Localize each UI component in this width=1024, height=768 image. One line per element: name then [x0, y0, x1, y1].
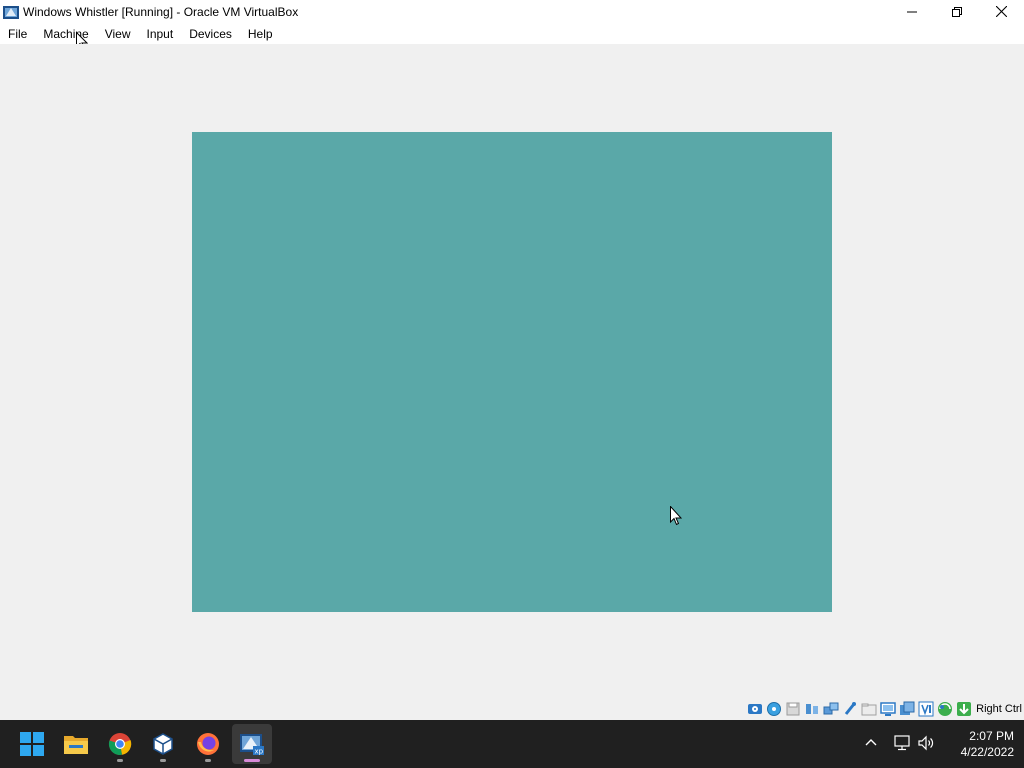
file-explorer-icon [64, 736, 88, 754]
virtualbox-icon [153, 733, 173, 755]
clock-time: 2:07 PM [969, 729, 1014, 743]
vm-display[interactable] [0, 44, 1024, 698]
title-bar[interactable]: Windows Whistler [Running] - Oracle VM V… [0, 0, 1024, 23]
volume-icon[interactable] [917, 734, 935, 752]
status-icons [747, 701, 972, 717]
minimize-icon [906, 11, 917, 12]
start-icon [20, 732, 44, 756]
taskbar-virtualbox[interactable] [143, 724, 183, 764]
menu-help[interactable]: Help [248, 27, 273, 41]
menu-input[interactable]: Input [147, 27, 174, 41]
window-title: Windows Whistler [Running] - Oracle VM V… [23, 4, 299, 19]
vt-x-icon[interactable] [918, 701, 934, 717]
restore-button[interactable] [934, 0, 979, 23]
running-indicator [117, 759, 123, 762]
display-icon[interactable] [880, 701, 896, 717]
minimize-button[interactable] [889, 0, 934, 23]
status-bar: Right Ctrl [0, 698, 1024, 720]
optical-drive-icon[interactable] [766, 701, 782, 717]
guest-screen[interactable] [192, 132, 832, 612]
restore-icon [951, 6, 962, 17]
taskbar-chrome[interactable] [100, 724, 140, 764]
audio-icon[interactable] [804, 701, 820, 717]
running-indicator [160, 759, 166, 762]
hard-disk-icon[interactable] [747, 701, 763, 717]
menu-bar: File Machine View Input Devices Help [0, 23, 1024, 44]
system-clock[interactable]: 2:07 PM 4/22/2022 [940, 728, 1014, 760]
taskbar-virtualbox-vm[interactable]: xp [232, 724, 272, 764]
usb-icon[interactable] [842, 701, 858, 717]
mouse-integration-icon[interactable] [937, 701, 953, 717]
window-controls [889, 0, 1024, 23]
shared-folders-icon[interactable] [861, 701, 877, 717]
svg-text:xp: xp [255, 748, 264, 756]
menu-file[interactable]: File [8, 27, 27, 41]
clock-date: 4/22/2022 [960, 745, 1014, 759]
close-button[interactable] [979, 0, 1024, 23]
menu-devices[interactable]: Devices [189, 27, 232, 41]
taskbar: xp 2:07 PM 4/22/2022 [0, 720, 1024, 768]
recording-icon[interactable] [899, 701, 915, 717]
taskbar-file-explorer[interactable] [56, 724, 96, 764]
chrome-icon [108, 733, 132, 755]
guest-mouse-pointer-icon [670, 506, 682, 526]
host-key-label: Right Ctrl [976, 703, 1022, 715]
taskbar-firefox[interactable] [188, 724, 228, 764]
menu-view[interactable]: View [105, 27, 131, 41]
network-status-icon[interactable] [893, 734, 911, 752]
show-hidden-icons-icon[interactable] [864, 735, 878, 749]
floppy-icon[interactable] [785, 701, 801, 717]
network-icon[interactable] [823, 701, 839, 717]
active-indicator [244, 759, 260, 762]
close-icon [996, 6, 1007, 17]
keyboard-capture-icon[interactable] [956, 701, 972, 717]
virtualbox-vm-icon [3, 4, 19, 20]
running-indicator [205, 759, 211, 762]
firefox-icon [197, 733, 219, 755]
virtualbox-vm-xp-icon: xp [240, 734, 264, 756]
start-button[interactable] [12, 724, 52, 764]
